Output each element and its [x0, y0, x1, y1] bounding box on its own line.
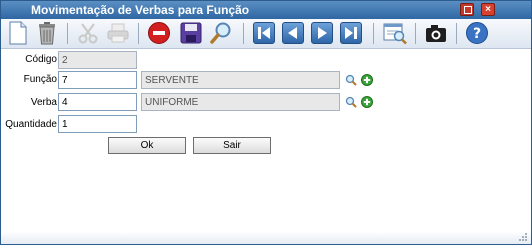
codigo-field[interactable] [58, 51, 137, 69]
quantidade-field[interactable] [58, 115, 137, 133]
previous-record-icon[interactable] [280, 20, 306, 46]
close-button[interactable]: × [481, 3, 495, 16]
new-document-icon[interactable] [5, 20, 31, 46]
toolbar-separator [243, 23, 244, 44]
print-icon[interactable] [105, 20, 131, 46]
funcao-search-icon[interactable] [345, 74, 357, 86]
dialog-window: Movimentação de Verbas para Função × ? C… [0, 0, 532, 245]
last-record-icon[interactable] [338, 20, 364, 46]
funcao-description-field [141, 71, 340, 89]
status-bar [1, 231, 531, 244]
preview-icon[interactable] [382, 20, 408, 46]
cut-icon[interactable] [75, 20, 101, 46]
sair-button[interactable]: Sair [193, 137, 271, 154]
trash-icon[interactable] [34, 20, 60, 46]
svg-text:?: ? [473, 26, 481, 42]
quantidade-label: Quantidade [5, 119, 57, 130]
next-record-icon[interactable] [309, 20, 335, 46]
help-icon[interactable]: ? [464, 20, 490, 46]
funcao-add-icon[interactable] [361, 74, 373, 86]
resize-grip-icon[interactable] [518, 232, 528, 242]
restore-button[interactable] [460, 3, 474, 16]
toolbar-separator [456, 23, 457, 44]
verba-code-field[interactable] [58, 93, 137, 111]
cancel-icon[interactable] [146, 20, 172, 46]
title-bar[interactable]: Movimentação de Verbas para Função × [1, 1, 531, 19]
verba-search-icon[interactable] [345, 96, 357, 108]
toolbar: ? [1, 19, 531, 49]
verba-add-icon[interactable] [361, 96, 373, 108]
ok-button[interactable]: Ok [108, 137, 186, 154]
verba-label: Verba [30, 97, 57, 108]
toolbar-separator [67, 23, 68, 44]
funcao-label: Função [23, 74, 57, 85]
verba-description-field [141, 93, 340, 111]
save-icon[interactable] [178, 20, 204, 46]
camera-icon[interactable] [423, 20, 449, 46]
window-title: Movimentação de Verbas para Função [31, 3, 250, 17]
first-record-icon[interactable] [251, 20, 277, 46]
funcao-code-field[interactable] [58, 71, 137, 89]
toolbar-separator [138, 23, 139, 44]
toolbar-separator [373, 23, 374, 44]
codigo-label: Código [25, 54, 57, 65]
toolbar-separator [415, 23, 416, 44]
search-icon[interactable] [208, 20, 234, 46]
